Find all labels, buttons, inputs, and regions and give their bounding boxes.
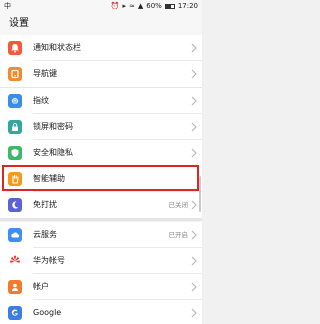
settings-item-label: 导航键 <box>33 69 57 78</box>
settings-item-label: 通知和状态栏 <box>33 43 81 52</box>
settings-item-fingerprint[interactable]: 指纹 <box>0 88 202 114</box>
chevron-right-icon <box>191 148 197 158</box>
scrollbar[interactable] <box>199 176 201 212</box>
chevron-right-icon <box>191 308 197 318</box>
chevron-right-icon <box>191 282 197 292</box>
google-icon <box>8 306 22 320</box>
settings-item-smart-assistance[interactable]: 智能辅助 <box>0 166 202 192</box>
settings-item-google[interactable]: Google <box>0 300 202 324</box>
settings-item-label: 免打扰 <box>33 200 57 209</box>
settings-item-security-privacy[interactable]: 安全和隐私 <box>0 140 202 166</box>
page-title: 设置 <box>9 18 29 29</box>
lock-icon <box>8 120 22 134</box>
title-bar: 设置 <box>0 13 202 35</box>
clock: 17:20 <box>177 2 198 10</box>
status-value: 已关闭 <box>168 201 189 209</box>
wifi-icon: ≈ <box>128 2 135 10</box>
fingerprint-icon <box>8 94 22 108</box>
status-bar: 中 ⏰ ▸ ≈ ▲ 60% 17:20 <box>0 0 202 13</box>
chevron-right-icon <box>191 122 197 132</box>
section-gap <box>0 218 202 221</box>
bell-icon <box>8 41 22 55</box>
settings-item-label: 指纹 <box>33 96 49 105</box>
battery-percent: 60% <box>146 2 162 10</box>
status-value: 已开启 <box>168 231 189 239</box>
settings-item-label: Google <box>33 308 62 317</box>
settings-item-label: 云服务 <box>33 230 57 239</box>
settings-item-label: 华为帐号 <box>33 256 65 265</box>
status-icons: ⏰ ▸ ≈ ▲ 60% 17:20 <box>111 0 198 13</box>
settings-item-accounts[interactable]: 帐户 <box>0 274 202 300</box>
hand-icon <box>8 172 22 186</box>
chevron-right-icon <box>191 69 197 79</box>
chevron-right-icon <box>191 256 197 266</box>
signal-icon: ▲ <box>137 2 144 10</box>
account-icon <box>8 280 22 294</box>
settings-item-label: 帐户 <box>33 282 49 291</box>
settings-item-label: 安全和隐私 <box>33 148 73 157</box>
alarm-icon: ⏰ <box>110 2 120 10</box>
huawei-icon <box>8 254 22 268</box>
settings-item-label: 智能辅助 <box>33 174 65 183</box>
chevron-right-icon <box>191 96 197 106</box>
shield-icon <box>8 146 22 160</box>
battery-icon <box>164 4 175 9</box>
cloud-icon <box>8 228 22 242</box>
navigation-key-icon <box>8 67 22 81</box>
chevron-right-icon <box>191 230 197 240</box>
moon-icon <box>8 198 22 212</box>
settings-item-lock-screen[interactable]: 锁屏和密码 <box>0 114 202 140</box>
settings-item-cloud-service[interactable]: 云服务 已开启 <box>0 222 202 248</box>
carrier-text: 中 <box>4 2 11 10</box>
settings-item-do-not-disturb[interactable]: 免打扰 已关闭 <box>0 192 202 218</box>
chevron-right-icon <box>191 200 197 210</box>
settings-item-navigation-key[interactable]: 导航键 <box>0 61 202 87</box>
settings-item-huawei-account[interactable]: 华为帐号 <box>0 248 202 274</box>
settings-item-notifications[interactable]: 通知和状态栏 <box>0 35 202 61</box>
chevron-right-icon <box>191 43 197 53</box>
settings-item-label: 锁屏和密码 <box>33 122 73 131</box>
vibrate-icon: ▸ <box>122 2 126 10</box>
